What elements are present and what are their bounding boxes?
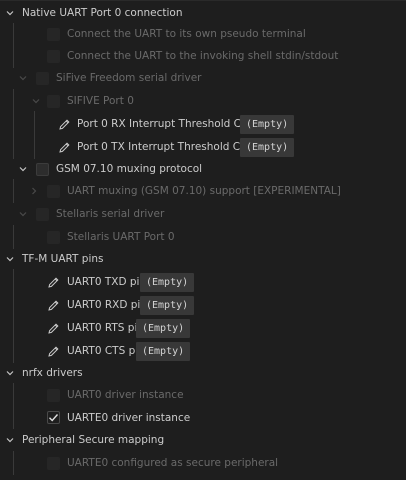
tree-item-label: TF-M UART pins — [22, 253, 104, 265]
tree-item-connect-invoking-shell[interactable]: Connect the UART to the invoking shell s… — [0, 46, 406, 66]
option-checkbox[interactable] — [47, 94, 60, 108]
option-checkbox[interactable] — [36, 207, 49, 221]
tree-item-port0-rx-threshold[interactable]: Port 0 RX Interrupt Threshold Count (Emp… — [0, 113, 406, 135]
tree-item-label: Native UART Port 0 connection — [22, 7, 183, 19]
tree-item-label: Stellaris serial driver — [56, 208, 165, 220]
tree-item-label: Port 0 TX Interrupt Threshold Count — [77, 141, 264, 153]
pencil-icon[interactable] — [58, 141, 71, 154]
tree-item-tfm-uart-pins[interactable]: TF-M UART pins — [0, 249, 406, 269]
tree-item-label: UARTE0 configured as secure peripheral — [67, 457, 279, 469]
option-checkbox[interactable] — [47, 49, 60, 63]
tree-item-peripheral-secure-mapping[interactable]: Peripheral Secure mapping — [0, 430, 406, 450]
tree-item-uarte0-secure-peripheral[interactable]: UARTE0 configured as secure peripheral — [0, 453, 406, 473]
tree-item-port0-tx-threshold[interactable]: Port 0 TX Interrupt Threshold Count (Emp… — [0, 136, 406, 158]
tree-item-label: UART0 driver instance — [67, 389, 184, 401]
tree-item-gsm-muxing[interactable]: GSM 07.10 muxing protocol — [0, 159, 406, 179]
value-field[interactable]: (Empty) — [240, 114, 295, 134]
option-checkbox[interactable] — [47, 230, 60, 244]
tree-item-uart-muxing-support[interactable]: UART muxing (GSM 07.10) support [EXPERIM… — [0, 181, 406, 201]
tree-item-label: UART0 RTS pin — [67, 322, 145, 334]
tree-item-stellaris-serial-driver[interactable]: Stellaris serial driver — [0, 204, 406, 224]
value-field[interactable]: (Empty) — [140, 272, 195, 292]
tree-item-label: Connect the UART to its own pseudo termi… — [67, 28, 306, 40]
option-checkbox[interactable] — [47, 184, 60, 198]
tree-item-label: UART muxing (GSM 07.10) support [EXPERIM… — [67, 185, 341, 197]
chevron-down-icon[interactable] — [4, 434, 16, 446]
tree-item-label: UART0 CTS pin — [67, 345, 145, 357]
tree-item-connect-pseudo-terminal[interactable]: Connect the UART to its own pseudo termi… — [0, 24, 406, 44]
option-checkbox[interactable] — [47, 27, 60, 41]
tree-item-label: Connect the UART to the invoking shell s… — [67, 50, 339, 62]
kconfig-tree: Native UART Port 0 connection Connect th… — [0, 0, 406, 480]
tree-item-nrfx-drivers[interactable]: nrfx drivers — [0, 363, 406, 383]
chevron-down-icon[interactable] — [4, 367, 16, 379]
tree-item-uart0-driver-instance[interactable]: UART0 driver instance — [0, 385, 406, 405]
tree-item-uart0-txd[interactable]: UART0 TXD pin (Empty) — [0, 271, 406, 293]
chevron-right-icon[interactable] — [28, 185, 40, 197]
chevron-down-icon[interactable] — [4, 7, 16, 19]
pencil-icon[interactable] — [47, 345, 60, 358]
tree-item-sifive-port0[interactable]: SIFIVE Port 0 — [0, 91, 406, 111]
tree-item-sifive-serial-driver[interactable]: SiFive Freedom serial driver — [0, 68, 406, 88]
value-field[interactable]: (Empty) — [136, 318, 191, 338]
tree-item-uart0-rxd[interactable]: UART0 RXD pin (Empty) — [0, 294, 406, 316]
tree-item-uart0-cts[interactable]: UART0 CTS pin (Empty) — [0, 340, 406, 362]
chevron-down-icon[interactable] — [4, 253, 16, 265]
pencil-icon[interactable] — [47, 276, 60, 289]
chevron-down-icon[interactable] — [17, 208, 29, 220]
tree-item-label: SIFIVE Port 0 — [67, 95, 134, 107]
tree-item-stellaris-uart-port0[interactable]: Stellaris UART Port 0 — [0, 227, 406, 247]
tree-item-uart0-rts[interactable]: UART0 RTS pin (Empty) — [0, 317, 406, 339]
tree-item-label: Port 0 RX Interrupt Threshold Count — [77, 118, 265, 130]
chevron-down-icon[interactable] — [17, 72, 29, 84]
tree-item-label: GSM 07.10 muxing protocol — [56, 163, 203, 175]
pencil-icon[interactable] — [47, 322, 60, 335]
tree-item-label: SiFive Freedom serial driver — [56, 72, 202, 84]
value-field[interactable]: (Empty) — [136, 341, 191, 361]
option-checkbox-checked[interactable] — [47, 411, 60, 424]
option-checkbox[interactable] — [47, 388, 60, 402]
value-field[interactable]: (Empty) — [140, 295, 195, 315]
checkmark-icon — [49, 414, 59, 422]
value-field[interactable]: (Empty) — [240, 137, 295, 157]
pencil-icon[interactable] — [58, 118, 71, 131]
chevron-down-icon[interactable] — [17, 163, 29, 175]
option-checkbox[interactable] — [36, 162, 49, 176]
tree-item-label: Peripheral Secure mapping — [22, 434, 165, 446]
tree-item-label: UART0 TXD pin — [67, 276, 147, 288]
tree-item-native-uart-port0[interactable]: Native UART Port 0 connection — [0, 3, 406, 23]
chevron-down-icon[interactable] — [30, 95, 42, 107]
tree-item-uarte0-driver-instance[interactable]: UARTE0 driver instance — [0, 407, 406, 428]
tree-item-label: UARTE0 driver instance — [67, 411, 191, 424]
option-checkbox[interactable] — [47, 456, 60, 470]
pencil-icon[interactable] — [47, 299, 60, 312]
tree-item-label: nrfx drivers — [22, 367, 83, 379]
tree-item-label: Stellaris UART Port 0 — [67, 231, 175, 243]
option-checkbox[interactable] — [36, 71, 49, 85]
tree-item-label: UART0 RXD pin — [67, 299, 147, 311]
